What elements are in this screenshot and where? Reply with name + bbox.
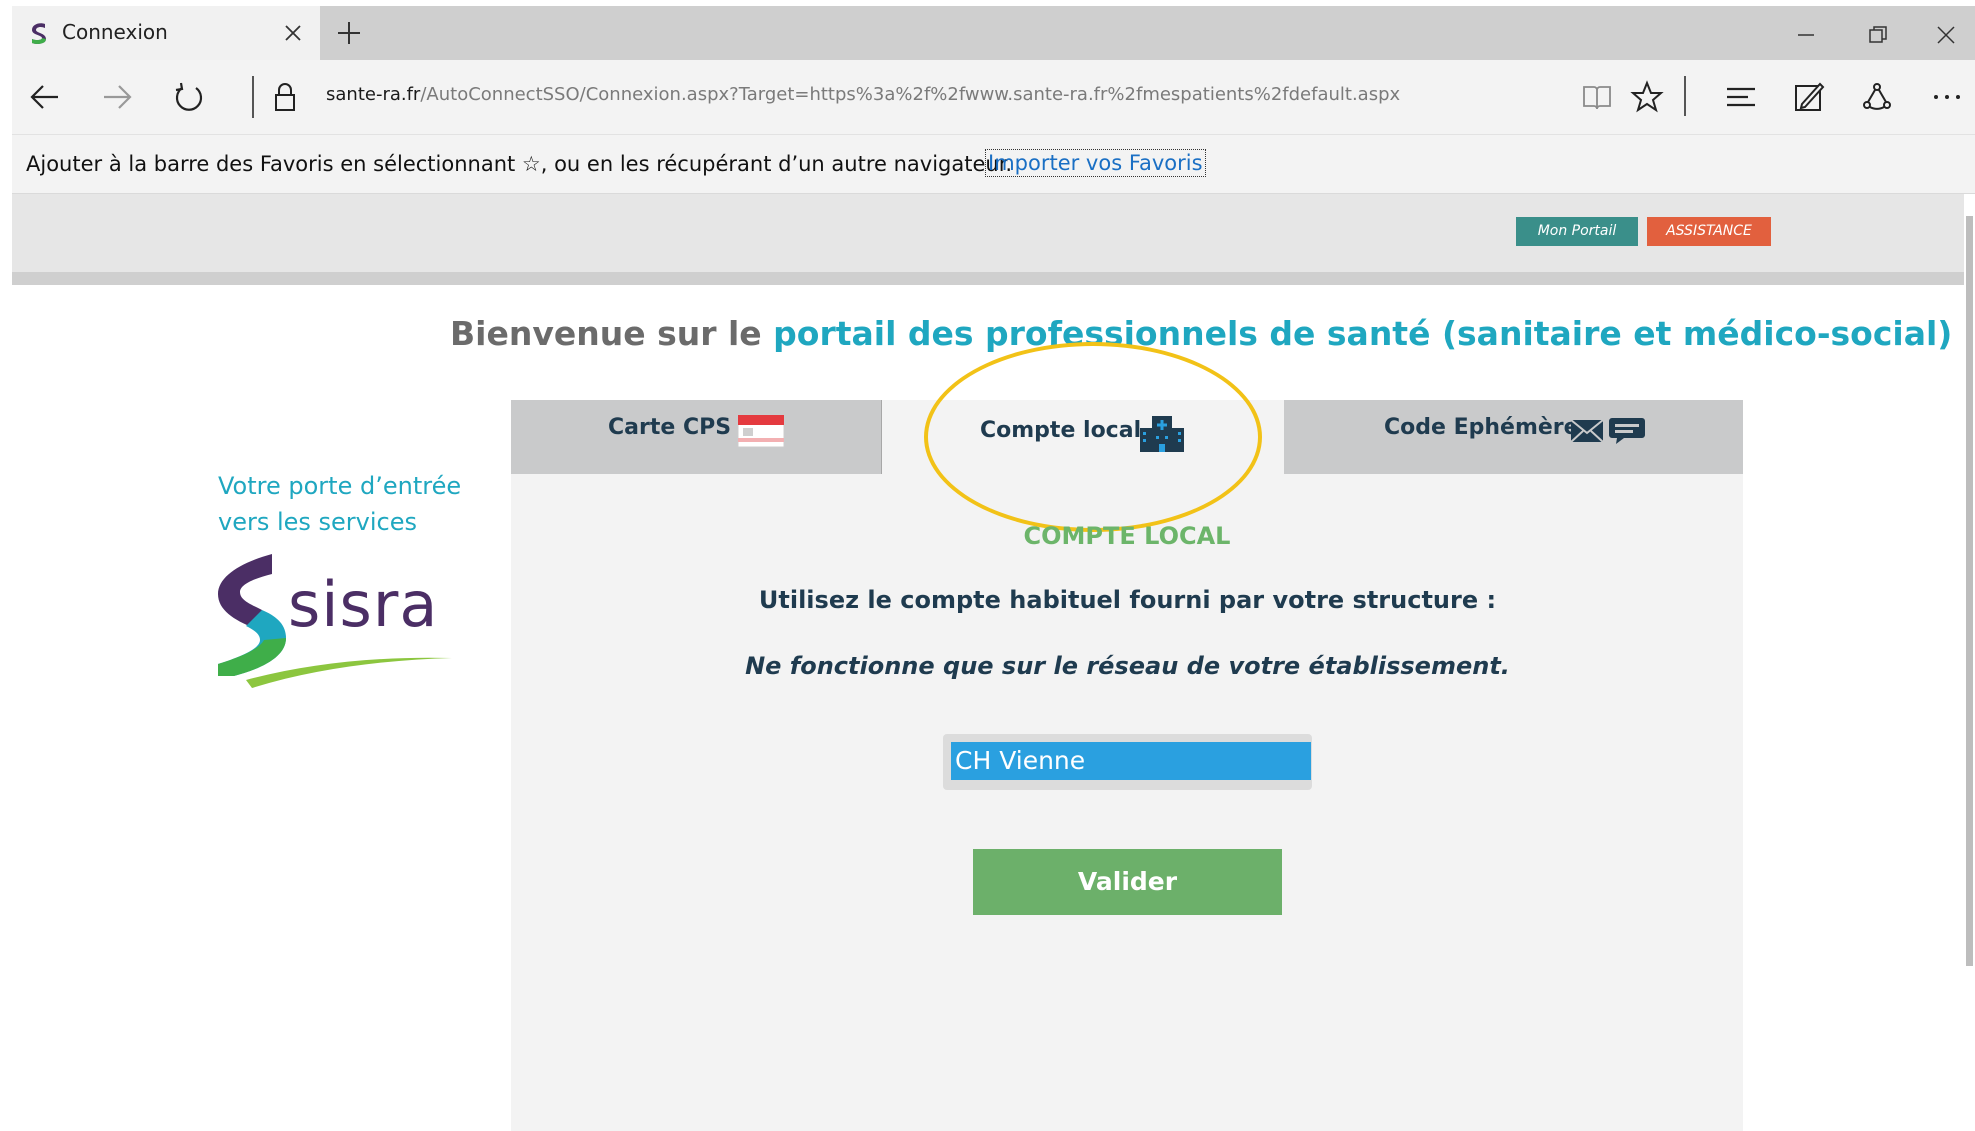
back-arrow-icon[interactable]: [28, 80, 62, 114]
tab-carte-cps-label: Carte CPS: [608, 415, 732, 440]
close-window-icon[interactable]: [1935, 24, 1957, 46]
login-note: Ne fonctionne que sur le réseau de votre…: [745, 652, 1510, 680]
favorites-hint: Ajouter à la barre des Favoris en sélect…: [26, 152, 1013, 176]
more-options-icon[interactable]: [1930, 80, 1964, 114]
browser-tab-bar: Connexion: [12, 6, 1975, 60]
hub-menu-icon[interactable]: [1724, 80, 1758, 114]
favorite-star-icon[interactable]: [1630, 80, 1664, 114]
mon-portail-button[interactable]: Mon Portail: [1516, 217, 1638, 246]
tab-close-icon[interactable]: [282, 22, 304, 44]
section-title: COMPTE LOCAL: [1023, 522, 1231, 550]
toolbar-separator: [1684, 76, 1686, 116]
sidebar-tagline: Votre porte d’entrée vers les services: [218, 468, 461, 540]
tagline-line-2: vers les services: [218, 508, 418, 536]
scrollbar-thumb[interactable]: [1966, 216, 1973, 966]
assistance-button[interactable]: ASSISTANCE: [1647, 217, 1771, 246]
forward-arrow-icon[interactable]: [100, 80, 134, 114]
sisra-logo-text: sisra: [288, 568, 439, 641]
reading-view-icon[interactable]: [1580, 80, 1614, 114]
address-bar: sante-ra.fr/AutoConnectSSO/Connexion.asp…: [12, 60, 1975, 134]
url-path: /AutoConnectSSO/Connexion.aspx?Target=ht…: [420, 84, 1401, 105]
highlight-annotation-ring: [924, 342, 1262, 532]
url-field[interactable]: sante-ra.fr/AutoConnectSSO/Connexion.asp…: [326, 84, 1400, 105]
share-icon[interactable]: [1860, 80, 1894, 114]
valider-button[interactable]: Valider: [973, 849, 1282, 915]
new-tab-icon[interactable]: [334, 18, 364, 48]
web-note-icon[interactable]: [1792, 80, 1826, 114]
tab-code-ephemere[interactable]: Code Ephémère: [1284, 400, 1743, 474]
login-instruction: Utilisez le compte habituel fourni par v…: [758, 586, 1497, 614]
structure-select-value[interactable]: CH Vienne: [951, 742, 1311, 780]
restore-icon[interactable]: [1867, 24, 1889, 46]
header-divider: [12, 272, 1964, 285]
import-favorites-link[interactable]: Importer vos Favoris: [985, 149, 1206, 177]
refresh-icon[interactable]: [172, 80, 206, 114]
tab-title: Connexion: [62, 20, 168, 44]
mail-chat-icon: [1570, 418, 1645, 444]
tab-carte-cps[interactable]: Carte CPS: [511, 400, 882, 474]
address-separator: [252, 76, 254, 118]
tab-code-ephemere-label: Code Ephémère: [1384, 415, 1579, 440]
minimize-icon[interactable]: [1795, 24, 1817, 46]
welcome-highlight: portail des professionnels de santé (san…: [773, 314, 1953, 353]
sisra-favicon-icon: [32, 23, 46, 44]
cps-card-icon: [737, 414, 785, 448]
url-host: sante-ra.fr: [326, 84, 421, 105]
browser-tab[interactable]: Connexion: [12, 6, 320, 60]
favorites-bar: Ajouter à la barre des Favoris en sélect…: [12, 134, 1975, 194]
welcome-prefix: Bienvenue sur le: [450, 314, 774, 353]
tagline-line-1: Votre porte d’entrée: [218, 472, 462, 500]
lock-icon[interactable]: [268, 80, 302, 114]
